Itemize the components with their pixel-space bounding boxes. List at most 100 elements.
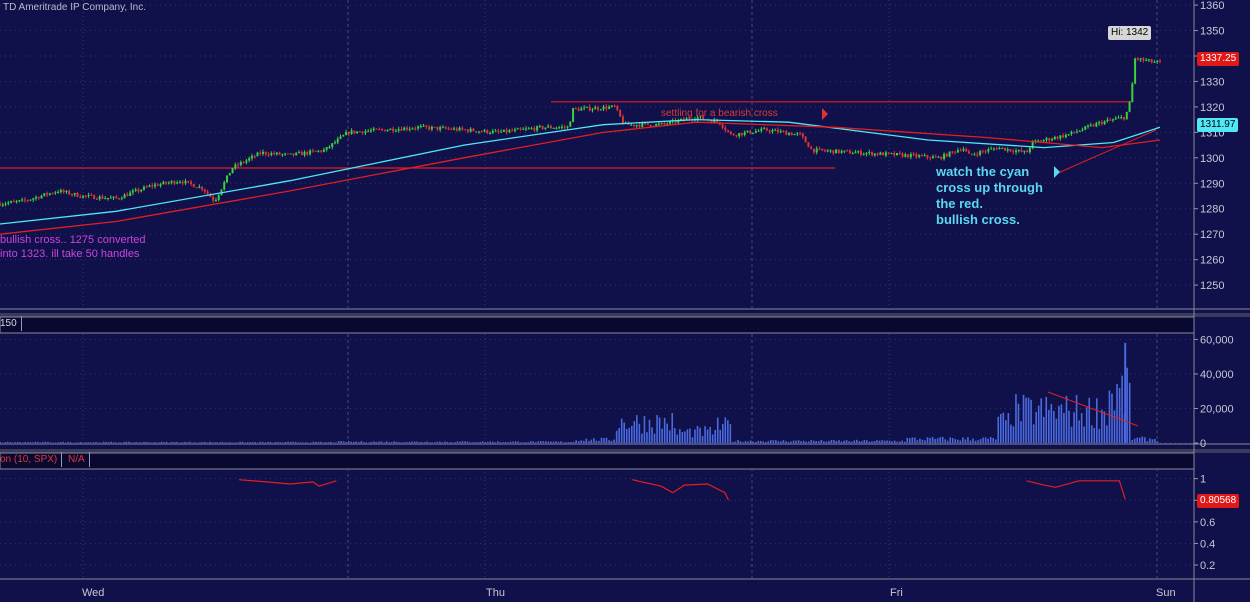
candle-body — [992, 148, 995, 150]
candle-body — [954, 151, 957, 153]
candle-body — [868, 152, 871, 154]
volume-bar — [767, 441, 770, 443]
volume-bar — [1121, 375, 1123, 443]
volume-bar — [967, 437, 969, 443]
volume-bar — [782, 440, 785, 443]
volume-bar — [651, 427, 653, 443]
volume-bar — [125, 441, 128, 443]
volume-bar — [370, 441, 373, 443]
volume-bar — [636, 415, 638, 443]
volume-bar — [944, 439, 946, 443]
candle-body — [1087, 125, 1090, 127]
volume-bar — [21, 442, 24, 443]
volume-bar — [845, 440, 848, 443]
candle-body — [649, 124, 652, 127]
candle-body — [464, 129, 467, 131]
candle-body — [909, 153, 912, 158]
volume-bar — [545, 441, 547, 443]
volume-bar — [600, 437, 603, 443]
volume-bar — [102, 441, 105, 443]
candle-body — [289, 153, 292, 155]
volume-bar — [9, 441, 11, 443]
candle-body — [610, 105, 613, 107]
candle-body — [93, 195, 96, 199]
candle-body — [765, 128, 768, 131]
candle-body — [54, 192, 57, 194]
volume-bar — [696, 426, 699, 443]
volume-bar — [97, 442, 100, 443]
volume-bar — [739, 441, 742, 443]
candle-body — [392, 128, 395, 132]
candle-body — [1017, 149, 1020, 151]
candle-body — [12, 201, 15, 203]
candle-body — [264, 151, 267, 155]
volume-bar — [1106, 425, 1108, 443]
candle-body — [112, 196, 115, 198]
volume-bar — [203, 441, 206, 443]
volume-bar — [775, 440, 777, 443]
volume-bar — [297, 442, 300, 443]
candle-body — [173, 181, 176, 184]
volume-bar — [888, 440, 891, 443]
price-tick-label: 1300 — [1200, 153, 1224, 165]
candle-body — [65, 190, 68, 193]
candle-body — [893, 153, 896, 156]
candle-body — [134, 189, 137, 191]
candle-body — [931, 156, 934, 159]
volume-bar — [1093, 427, 1096, 443]
volume-bar — [964, 439, 967, 443]
volume-bar — [289, 441, 292, 443]
candle-body — [273, 153, 276, 155]
candle-body — [749, 130, 752, 134]
volume-bar — [340, 441, 342, 443]
candle-body — [1139, 58, 1142, 60]
volume-bar — [1017, 403, 1020, 443]
volume-bar — [924, 440, 926, 443]
candle-body — [237, 164, 240, 166]
volume-bar — [277, 441, 279, 443]
correlation-tick-label: 1 — [1200, 474, 1206, 486]
volume-bar — [679, 429, 681, 443]
volume-bar — [24, 442, 27, 443]
volume-bar — [972, 438, 974, 443]
volume-bar — [390, 442, 393, 443]
candle-body — [990, 148, 993, 150]
volume-bar — [224, 442, 226, 443]
volume-bar — [936, 438, 939, 443]
volume-bar — [759, 440, 762, 443]
volume-bar — [77, 442, 80, 443]
candle-body — [311, 150, 314, 152]
candle-body — [195, 187, 198, 189]
candle-body — [95, 198, 98, 200]
volume-bar — [663, 417, 666, 443]
candle-body — [605, 106, 608, 109]
candle-body — [929, 157, 932, 159]
volume-bar — [1063, 412, 1065, 443]
candle-body — [469, 128, 472, 132]
volume-bar — [537, 441, 540, 443]
candle-body — [735, 135, 738, 137]
candle-body — [1153, 61, 1156, 63]
volume-bar — [90, 442, 92, 443]
candle-body — [862, 154, 865, 156]
volume-bar — [555, 441, 557, 443]
volume-bar — [320, 441, 322, 443]
volume-bar — [171, 441, 173, 443]
volume-bar — [158, 442, 161, 443]
volume-bar — [155, 442, 158, 443]
candle-body — [109, 197, 112, 199]
volume-bar — [681, 431, 684, 443]
volume-bar — [380, 441, 383, 443]
volume-bar — [951, 438, 954, 443]
candle-body — [148, 185, 151, 187]
volume-bar — [689, 428, 691, 443]
volume-bar — [522, 442, 524, 443]
volume-bar — [454, 442, 456, 443]
candle-body — [635, 124, 638, 126]
volume-bar — [14, 442, 16, 443]
volume-bar — [363, 442, 365, 443]
volume-bar — [737, 439, 739, 443]
candle-body — [937, 156, 940, 158]
volume-bar — [385, 441, 388, 443]
volume-bar — [115, 442, 118, 443]
